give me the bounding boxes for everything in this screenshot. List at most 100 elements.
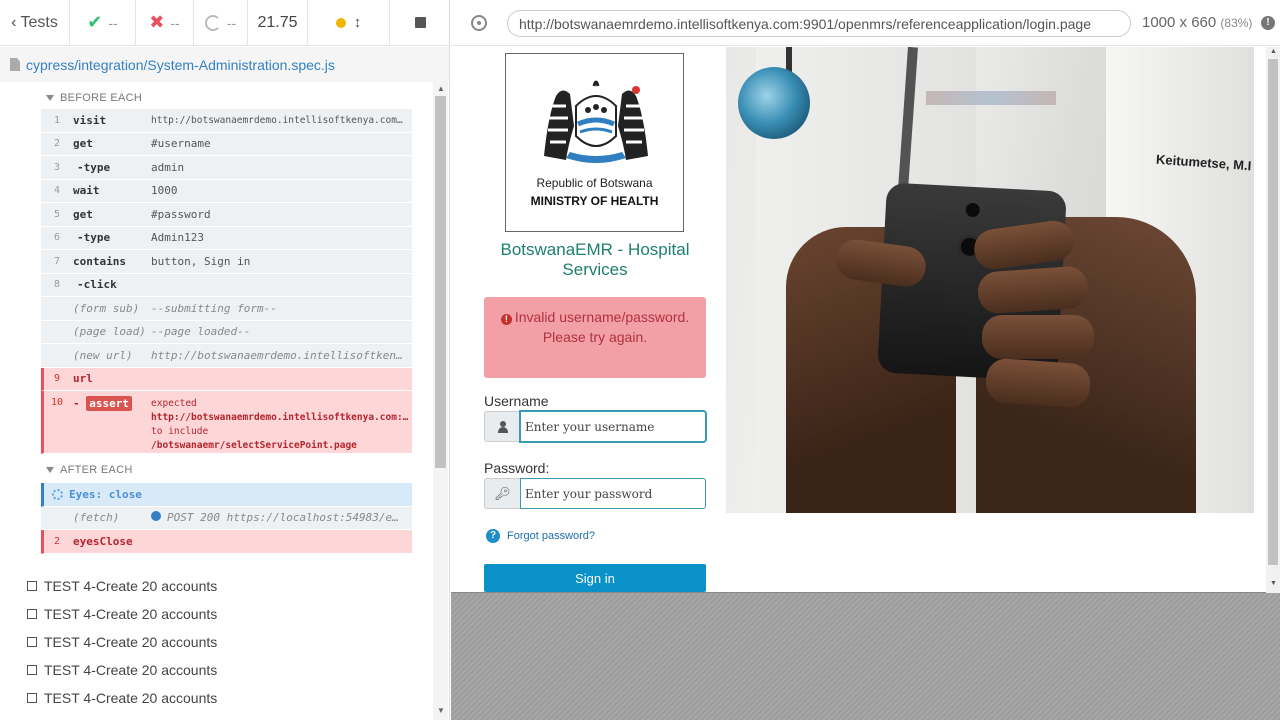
username-input[interactable]	[520, 411, 706, 442]
password-input[interactable]	[520, 478, 706, 509]
request-dot-icon	[151, 511, 161, 522]
failed-stat: ✖ --	[136, 0, 194, 46]
stethoscope-icon	[738, 67, 810, 139]
command-row-failed[interactable]: 2 eyesClose	[41, 530, 412, 554]
command-number: 4	[53, 185, 61, 197]
scrollbar-thumb[interactable]	[435, 96, 446, 468]
running-indicator-icon	[335, 17, 346, 28]
auto-scroll-toggle[interactable]: ↕	[308, 0, 390, 46]
after-each-commands: Eyes: close (fetch) POST 200 https://loca…	[41, 483, 412, 554]
scroll-up-icon[interactable]: ▲	[437, 84, 445, 93]
test-item[interactable]: TEST 4-Create 20 accounts	[27, 634, 217, 650]
viewport-info: 1000 x 660 (83%)	[1142, 14, 1252, 31]
command-name: wait	[73, 184, 100, 198]
assert-row-failed[interactable]: 10 - assert expected http://botswanaemrd…	[41, 391, 412, 454]
event-row[interactable]: (new url) http://botswanaemrdemo.intellis…	[41, 344, 412, 368]
stop-button[interactable]	[390, 0, 449, 46]
chevron-left-icon: ‹	[11, 13, 17, 31]
event-row[interactable]: (form sub) --submitting form--	[41, 297, 412, 321]
reporter-scrollbar[interactable]: ▲ ▼	[433, 82, 448, 720]
command-number: 2	[53, 535, 61, 547]
before-each-hook[interactable]: BEFORE EACH	[46, 92, 142, 104]
command-name: (fetch)	[73, 511, 120, 525]
test-item[interactable]: TEST 4-Create 20 accounts	[27, 690, 217, 706]
command-name: -click	[77, 278, 117, 292]
aut-scrollbar[interactable]: ▲ ▼	[1266, 47, 1280, 593]
zoom-level: (83%)	[1220, 16, 1253, 30]
password-addon: 🔑︎	[484, 478, 520, 509]
passed-stat: ✔ --	[70, 0, 136, 46]
command-number: 8	[53, 279, 61, 291]
info-icon[interactable]: !	[1261, 16, 1275, 30]
shirt-stripe	[926, 91, 1056, 105]
scroll-down-icon[interactable]: ▼	[437, 706, 445, 715]
command-row[interactable]: 7 contains button, Sign in	[41, 250, 412, 274]
tests-back-button[interactable]: ‹ Tests	[0, 0, 70, 46]
scroll-up-icon[interactable]: ▲	[1270, 48, 1277, 55]
command-row[interactable]: 8 -click	[41, 273, 412, 297]
spinner-icon	[52, 488, 63, 500]
scroll-down-icon[interactable]: ▼	[1270, 580, 1277, 587]
command-message: --submitting form--	[151, 301, 277, 315]
tests-label: Tests	[20, 13, 58, 31]
aut-url-bar[interactable]: http://botswanaemrdemo.intellisoftkenya.…	[507, 10, 1131, 37]
command-row[interactable]: 6 -type Admin123	[41, 226, 412, 250]
login-error-alert: ! Invalid username/password. Please try a…	[484, 297, 706, 378]
stop-icon	[414, 17, 426, 28]
test-item[interactable]: TEST 4-Create 20 accounts	[27, 578, 217, 594]
username-group	[484, 411, 706, 442]
command-name: eyesClose	[73, 534, 133, 548]
command-name: contains	[73, 254, 126, 268]
command-message: POST 200 https://localhost:54983/e…	[151, 511, 412, 524]
command-message: admin	[151, 160, 185, 174]
test-item[interactable]: TEST 4-Create 20 accounts	[27, 606, 217, 622]
forgot-password-link[interactable]: ? Forgot password?	[486, 529, 595, 543]
test-title: TEST 4-Create 20 accounts	[44, 662, 218, 678]
checkbox-icon	[27, 693, 37, 703]
passed-count: --	[108, 14, 118, 31]
command-name: get	[73, 207, 93, 221]
test-title: TEST 4-Create 20 accounts	[44, 606, 218, 622]
event-row[interactable]: (page load) --page loaded--	[41, 320, 412, 344]
command-name: url	[73, 372, 93, 386]
check-icon: ✔	[87, 12, 103, 32]
assert-to-include-label: to include	[151, 426, 209, 437]
command-name: get	[73, 137, 93, 151]
command-log: BEFORE EACH 1 visit http://botswanaemrdemo…	[0, 82, 433, 720]
finger	[984, 357, 1092, 409]
ministry-logo: Republic of Botswana MINISTRY OF HEALTH	[505, 53, 684, 232]
command-name: visit	[73, 113, 107, 127]
selector-playground-icon[interactable]	[471, 15, 487, 31]
after-each-hook[interactable]: AFTER EACH	[46, 464, 133, 476]
command-row[interactable]: 3 -type admin	[41, 156, 412, 180]
checkbox-icon	[27, 581, 37, 591]
assert-badge: assert	[86, 396, 132, 411]
command-row-failed[interactable]: 9 url	[41, 367, 412, 391]
event-row[interactable]: (fetch) POST 200 https://localhost:54983/…	[41, 506, 412, 530]
command-row-pending[interactable]: Eyes: close	[41, 483, 412, 507]
assert-target: /botswanaemr/selectServicePoint.page	[151, 440, 357, 451]
command-number: 6	[53, 232, 61, 244]
pending-stat: --	[194, 0, 248, 46]
command-row[interactable]: 4 wait 1000	[41, 179, 412, 203]
sign-in-button[interactable]: Sign in	[484, 564, 706, 592]
command-message: Admin123	[151, 231, 204, 245]
checkbox-icon	[27, 665, 37, 675]
file-icon	[10, 58, 20, 71]
command-number: 2	[53, 138, 61, 150]
command-row[interactable]: 1 visit http://botswanaemrdemo.intellisoft…	[41, 109, 412, 133]
command-number: 5	[53, 208, 61, 220]
password-group: 🔑︎	[484, 478, 706, 509]
password-label: Password:	[484, 460, 550, 476]
command-number: 9	[53, 373, 61, 385]
before-each-commands: 1 visit http://botswanaemrdemo.intellisoft…	[41, 109, 412, 454]
viewport-size: 1000 x 660	[1142, 14, 1217, 31]
coat-of-arms-icon	[544, 80, 648, 163]
key-icon: 🔑︎	[494, 485, 511, 501]
scrollbar-thumb[interactable]	[1268, 59, 1278, 565]
spec-path-link[interactable]: cypress/integration/System-Administratio…	[26, 57, 335, 73]
command-row[interactable]: 5 get #password	[41, 203, 412, 227]
logo-line-2: MINISTRY OF HEALTH	[530, 194, 659, 208]
test-item[interactable]: TEST 4-Create 20 accounts	[27, 662, 217, 678]
command-row[interactable]: 2 get #username	[41, 132, 412, 156]
